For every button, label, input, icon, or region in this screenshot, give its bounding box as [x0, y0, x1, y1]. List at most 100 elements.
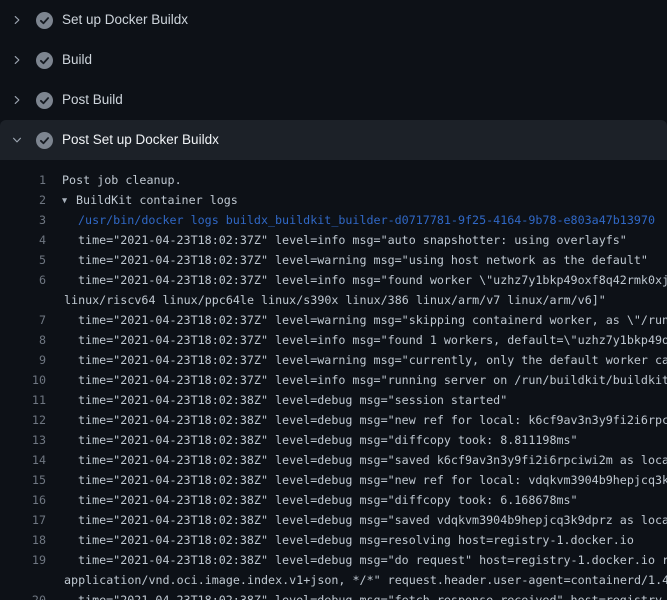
chevron-icon[interactable]: [12, 134, 22, 146]
log-line-number[interactable]: 20: [0, 590, 46, 600]
log-line-content: time="2021-04-23T18:02:38Z" level=debug …: [78, 513, 667, 527]
log-line: 13 ▼time="2021-04-23T18:02:38Z" level=de…: [0, 430, 667, 450]
log-line-number[interactable]: 12: [0, 410, 46, 430]
actions-log-viewer: Set up Docker Buildx Build P: [0, 0, 667, 600]
log-line-number[interactable]: [0, 290, 46, 310]
log-line-number[interactable]: 18: [0, 530, 46, 550]
log-line-number[interactable]: 1: [0, 170, 46, 190]
step-title: Set up Docker Buildx: [62, 0, 188, 40]
step-header[interactable]: Set up Docker Buildx: [0, 0, 667, 40]
log-line: 8 ▼time="2021-04-23T18:02:37Z" level=inf…: [0, 330, 667, 350]
log-line-content: time="2021-04-23T18:02:37Z" level=info m…: [78, 373, 667, 387]
log-line-content: time="2021-04-23T18:02:38Z" level=debug …: [78, 453, 667, 467]
chevron-icon[interactable]: [12, 14, 22, 26]
step-header[interactable]: Post Set up Docker Buildx: [0, 120, 667, 160]
log-line: 9 ▼time="2021-04-23T18:02:37Z" level=war…: [0, 350, 667, 370]
log-line: 18 ▼time="2021-04-23T18:02:38Z" level=de…: [0, 530, 667, 550]
log-line: ▼linux/riscv64 linux/ppc64le linux/s390x…: [0, 290, 667, 310]
log-line-text: ▼time="2021-04-23T18:02:38Z" level=debug…: [46, 510, 667, 530]
log-line-number[interactable]: 14: [0, 450, 46, 470]
check-circle-icon: [36, 132, 53, 149]
log-line: 12 ▼time="2021-04-23T18:02:38Z" level=de…: [0, 410, 667, 430]
log-output: 1 ▼Post job cleanup. 2 ▼BuildKit contain…: [0, 160, 667, 600]
log-line-text: ▼BuildKit container logs: [46, 190, 238, 210]
log-line-number[interactable]: [0, 570, 46, 590]
log-line-content: time="2021-04-23T18:02:38Z" level=debug …: [78, 593, 667, 600]
log-line-content: time="2021-04-23T18:02:37Z" level=info m…: [78, 333, 667, 347]
log-line-number[interactable]: 17: [0, 510, 46, 530]
log-line-text: ▼linux/riscv64 linux/ppc64le linux/s390x…: [46, 290, 606, 310]
log-line-text: ▼time="2021-04-23T18:02:38Z" level=debug…: [46, 490, 578, 510]
log-line: 5 ▼time="2021-04-23T18:02:37Z" level=war…: [0, 250, 667, 270]
log-line-text: ▼Post job cleanup.: [46, 170, 182, 190]
log-line: 15 ▼time="2021-04-23T18:02:38Z" level=de…: [0, 470, 667, 490]
log-line[interactable]: 2 ▼BuildKit container logs: [0, 190, 667, 210]
log-line-number[interactable]: 7: [0, 310, 46, 330]
step-header[interactable]: Build: [0, 40, 667, 80]
log-line-content: time="2021-04-23T18:02:38Z" level=debug …: [78, 493, 578, 507]
log-line-content: time="2021-04-23T18:02:37Z" level=info m…: [78, 233, 627, 247]
log-line: 16 ▼time="2021-04-23T18:02:38Z" level=de…: [0, 490, 667, 510]
log-line-number[interactable]: 3: [0, 210, 46, 230]
log-line-content: linux/riscv64 linux/ppc64le linux/s390x …: [64, 293, 606, 307]
step-title: Post Build: [62, 80, 123, 120]
log-line-number[interactable]: 10: [0, 370, 46, 390]
log-line: 19 ▼time="2021-04-23T18:02:38Z" level=de…: [0, 550, 667, 570]
log-line-number[interactable]: 11: [0, 390, 46, 410]
log-line: ▼application/vnd.oci.image.index.v1+json…: [0, 570, 667, 590]
log-line-text: ▼time="2021-04-23T18:02:37Z" level=warni…: [46, 350, 667, 370]
group-collapse-icon[interactable]: ▼: [62, 191, 76, 211]
log-line-content: Post job cleanup.: [62, 173, 182, 187]
log-line-text: ▼time="2021-04-23T18:02:37Z" level=info …: [46, 270, 667, 290]
log-line-number[interactable]: 5: [0, 250, 46, 270]
log-line-text: ▼time="2021-04-23T18:02:38Z" level=debug…: [46, 450, 667, 470]
log-line-number[interactable]: 6: [0, 270, 46, 290]
log-line-text: ▼/usr/bin/docker logs buildx_buildkit_bu…: [46, 210, 655, 230]
check-circle-icon: [36, 52, 53, 69]
log-line: 1 ▼Post job cleanup.: [0, 170, 667, 190]
log-line: 6 ▼time="2021-04-23T18:02:37Z" level=inf…: [0, 270, 667, 290]
log-line-number[interactable]: 4: [0, 230, 46, 250]
chevron-icon[interactable]: [12, 94, 22, 106]
log-line-number[interactable]: 15: [0, 470, 46, 490]
log-line: 20 ▼time="2021-04-23T18:02:38Z" level=de…: [0, 590, 667, 600]
check-circle-icon: [36, 12, 53, 29]
log-line-text: ▼application/vnd.oci.image.index.v1+json…: [46, 570, 667, 590]
log-line: 17 ▼time="2021-04-23T18:02:38Z" level=de…: [0, 510, 667, 530]
log-line-number[interactable]: 13: [0, 430, 46, 450]
log-line-content: application/vnd.oci.image.index.v1+json,…: [64, 573, 667, 587]
log-line: 4 ▼time="2021-04-23T18:02:37Z" level=inf…: [0, 230, 667, 250]
log-line-number[interactable]: 2: [0, 190, 46, 210]
log-line-content: /usr/bin/docker logs buildx_buildkit_bui…: [78, 213, 655, 227]
log-line-content: time="2021-04-23T18:02:37Z" level=warnin…: [78, 353, 667, 367]
step-header[interactable]: Post Build: [0, 80, 667, 120]
step-title: Post Set up Docker Buildx: [62, 120, 219, 160]
step-list: Set up Docker Buildx Build P: [0, 0, 667, 160]
log-line-number[interactable]: 8: [0, 330, 46, 350]
log-line-number[interactable]: 9: [0, 350, 46, 370]
log-line-content: time="2021-04-23T18:02:37Z" level=info m…: [78, 273, 667, 287]
log-line-text: ▼time="2021-04-23T18:02:37Z" level=info …: [46, 230, 627, 250]
log-line-text: ▼time="2021-04-23T18:02:37Z" level=warni…: [46, 250, 648, 270]
log-line-content: BuildKit container logs: [76, 193, 238, 207]
log-line-content: time="2021-04-23T18:02:38Z" level=debug …: [78, 553, 667, 567]
log-line-text: ▼time="2021-04-23T18:02:38Z" level=debug…: [46, 530, 634, 550]
log-line-text: ▼time="2021-04-23T18:02:38Z" level=debug…: [46, 590, 667, 600]
log-line-text: ▼time="2021-04-23T18:02:38Z" level=debug…: [46, 550, 667, 570]
log-line-text: ▼time="2021-04-23T18:02:37Z" level=info …: [46, 330, 667, 350]
log-line-content: time="2021-04-23T18:02:38Z" level=debug …: [78, 433, 578, 447]
log-line-text: ▼time="2021-04-23T18:02:37Z" level=info …: [46, 370, 667, 390]
log-line-number[interactable]: 19: [0, 550, 46, 570]
log-line-text: ▼time="2021-04-23T18:02:38Z" level=debug…: [46, 410, 667, 430]
chevron-icon[interactable]: [12, 54, 22, 66]
log-line-text: ▼time="2021-04-23T18:02:38Z" level=debug…: [46, 390, 507, 410]
log-line-text: ▼time="2021-04-23T18:02:38Z" level=debug…: [46, 470, 667, 490]
log-line: 7 ▼time="2021-04-23T18:02:37Z" level=war…: [0, 310, 667, 330]
log-line: 10 ▼time="2021-04-23T18:02:37Z" level=in…: [0, 370, 667, 390]
log-line: 3 ▼/usr/bin/docker logs buildx_buildkit_…: [0, 210, 667, 230]
log-line-content: time="2021-04-23T18:02:38Z" level=debug …: [78, 473, 667, 487]
log-line-content: time="2021-04-23T18:02:38Z" level=debug …: [78, 413, 667, 427]
check-circle-icon: [36, 92, 53, 109]
log-line-content: time="2021-04-23T18:02:38Z" level=debug …: [78, 533, 634, 547]
log-line-number[interactable]: 16: [0, 490, 46, 510]
